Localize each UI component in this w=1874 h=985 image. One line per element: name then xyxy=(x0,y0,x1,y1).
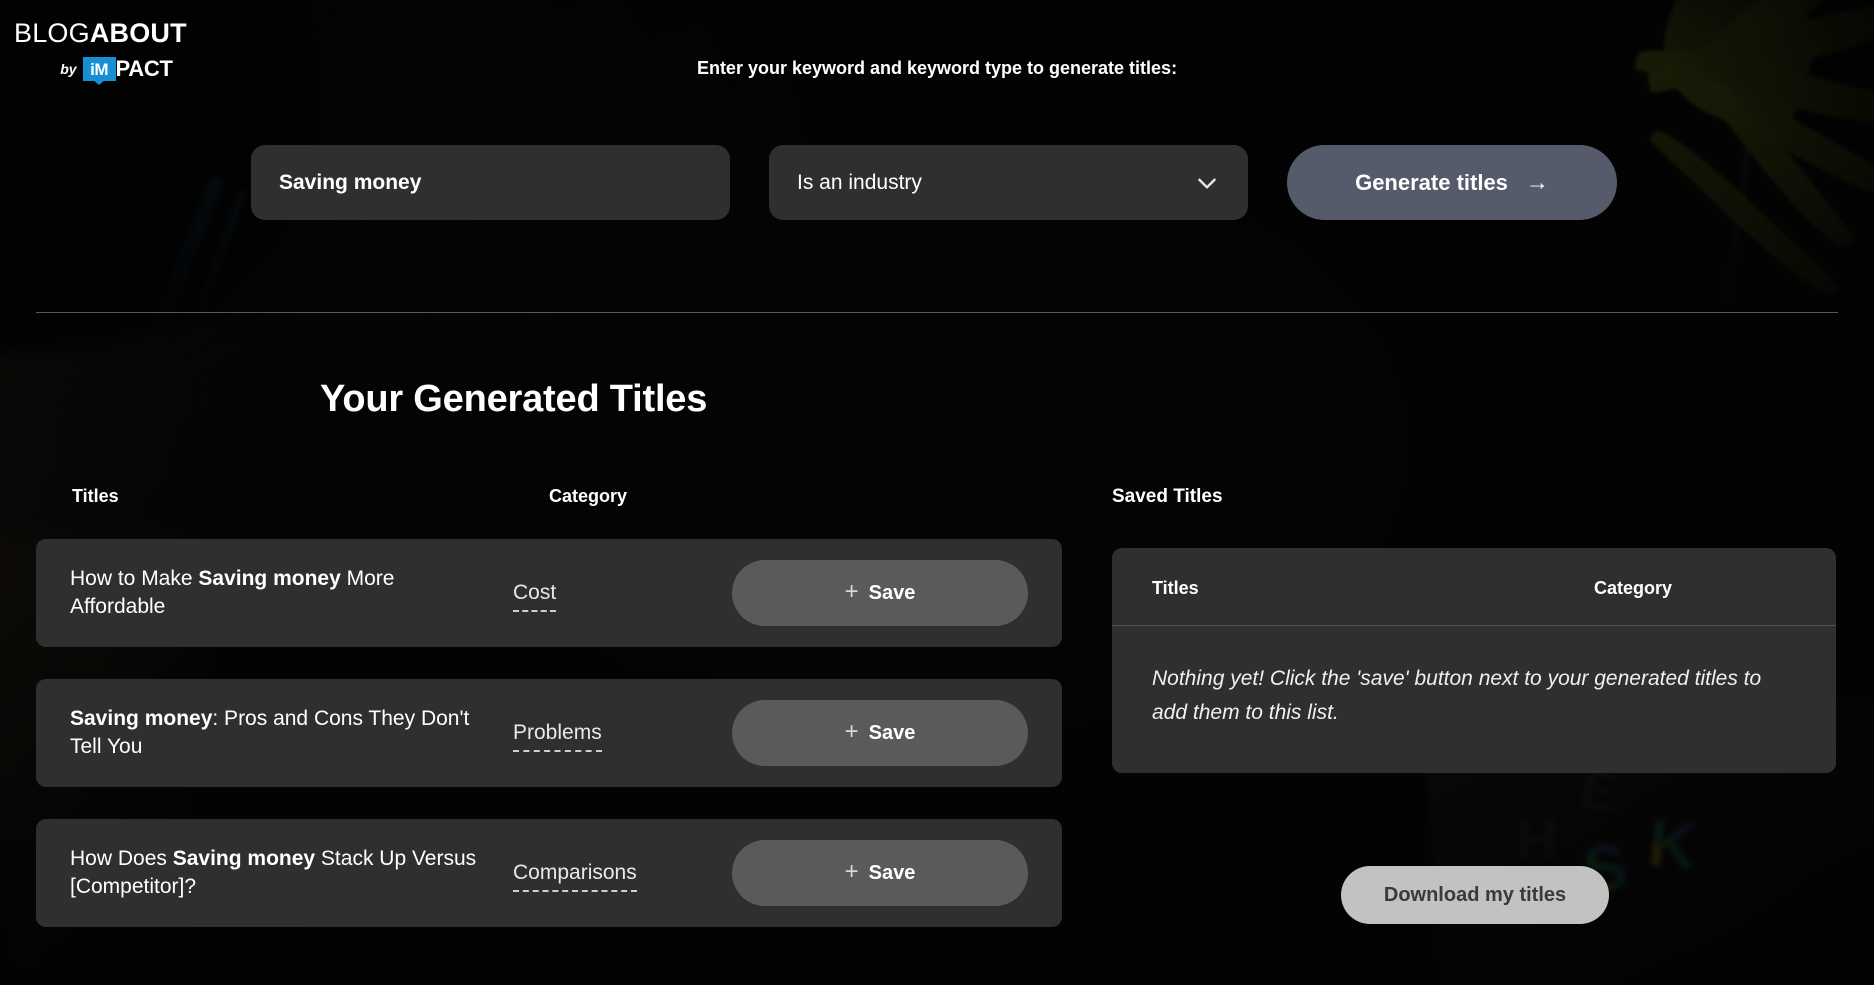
results-rows: How to Make Saving money More Affordable… xyxy=(36,539,1062,927)
row-category-text: Problems xyxy=(513,721,602,752)
saved-empty-message: Nothing yet! Click the 'save' button nex… xyxy=(1112,626,1836,773)
results-column-headers: Titles Category xyxy=(36,486,1062,507)
saved-titles-panel: Saved Titles Titles Category Nothing yet… xyxy=(1112,486,1836,773)
row-category: Comparisons xyxy=(513,860,732,885)
save-title-label: Save xyxy=(869,862,916,885)
row-title-keyword: Saving money xyxy=(70,707,212,730)
app-ui: BLOGABOUT by iM PACT Enter your keyword … xyxy=(0,0,1874,985)
plus-icon: + xyxy=(845,580,859,604)
column-header-category: Category xyxy=(549,486,627,507)
arrow-right-icon: → xyxy=(1526,171,1549,194)
generate-titles-button[interactable]: Generate titles → xyxy=(1287,145,1617,220)
saved-column-header-titles: Titles xyxy=(1152,578,1594,599)
saved-column-header-category: Category xyxy=(1594,578,1672,599)
logo-word-blog: BLOG xyxy=(14,18,90,48)
blogabout-app: THEYSKM BLOGABOUT by iM PACT Enter your … xyxy=(0,0,1874,985)
row-category: Cost xyxy=(513,580,732,605)
row-title-prefix: How Does xyxy=(70,847,173,870)
row-category-text: Comparisons xyxy=(513,861,637,892)
save-title-button[interactable]: + Save xyxy=(732,560,1028,626)
table-row: How Does Saving money Stack Up Versus [C… xyxy=(36,819,1062,927)
chevron-down-icon xyxy=(1194,170,1220,196)
saved-titles-card: Titles Category Nothing yet! Click the '… xyxy=(1112,548,1836,773)
table-row: Saving money: Pros and Cons They Don't T… xyxy=(36,679,1062,787)
section-heading: Your Generated Titles xyxy=(320,378,707,421)
generate-titles-label: Generate titles xyxy=(1355,170,1508,196)
saved-titles-label: Saved Titles xyxy=(1112,486,1836,508)
logo-word-about: ABOUT xyxy=(90,18,187,48)
generated-titles-list: Titles Category How to Make Saving money… xyxy=(36,486,1062,959)
table-row: How to Make Saving money More Affordable… xyxy=(36,539,1062,647)
row-category: Problems xyxy=(513,720,732,745)
row-title: How Does Saving money Stack Up Versus [C… xyxy=(70,845,513,902)
plus-icon: + xyxy=(845,860,859,884)
section-divider xyxy=(36,312,1838,313)
logo-wordmark: BLOGABOUT xyxy=(14,20,187,47)
page-title: Enter your keyword and keyword type to g… xyxy=(0,58,1874,79)
save-title-label: Save xyxy=(869,722,916,745)
plus-icon: + xyxy=(845,720,859,744)
keyword-type-select[interactable]: Is an industry xyxy=(769,145,1248,220)
save-title-button[interactable]: + Save xyxy=(732,700,1028,766)
row-category-text: Cost xyxy=(513,581,556,612)
generator-controls: Saving money Is an industry Generate tit… xyxy=(251,145,1617,220)
saved-column-headers: Titles Category xyxy=(1112,548,1836,626)
row-title-prefix: How to Make xyxy=(70,567,198,590)
row-title: How to Make Saving money More Affordable xyxy=(70,565,513,622)
row-title-keyword: Saving money xyxy=(198,567,340,590)
keyword-input[interactable]: Saving money xyxy=(251,145,730,220)
save-title-button[interactable]: + Save xyxy=(732,840,1028,906)
row-title: Saving money: Pros and Cons They Don't T… xyxy=(70,705,513,762)
keyword-type-value: Is an industry xyxy=(797,171,922,195)
row-title-keyword: Saving money xyxy=(173,847,315,870)
column-header-titles: Titles xyxy=(72,486,549,507)
download-button-wrap: Download my titles xyxy=(1341,866,1609,924)
save-title-label: Save xyxy=(869,582,916,605)
download-my-titles-button[interactable]: Download my titles xyxy=(1341,866,1609,924)
download-my-titles-label: Download my titles xyxy=(1384,884,1566,907)
keyword-input-value: Saving money xyxy=(279,171,421,195)
